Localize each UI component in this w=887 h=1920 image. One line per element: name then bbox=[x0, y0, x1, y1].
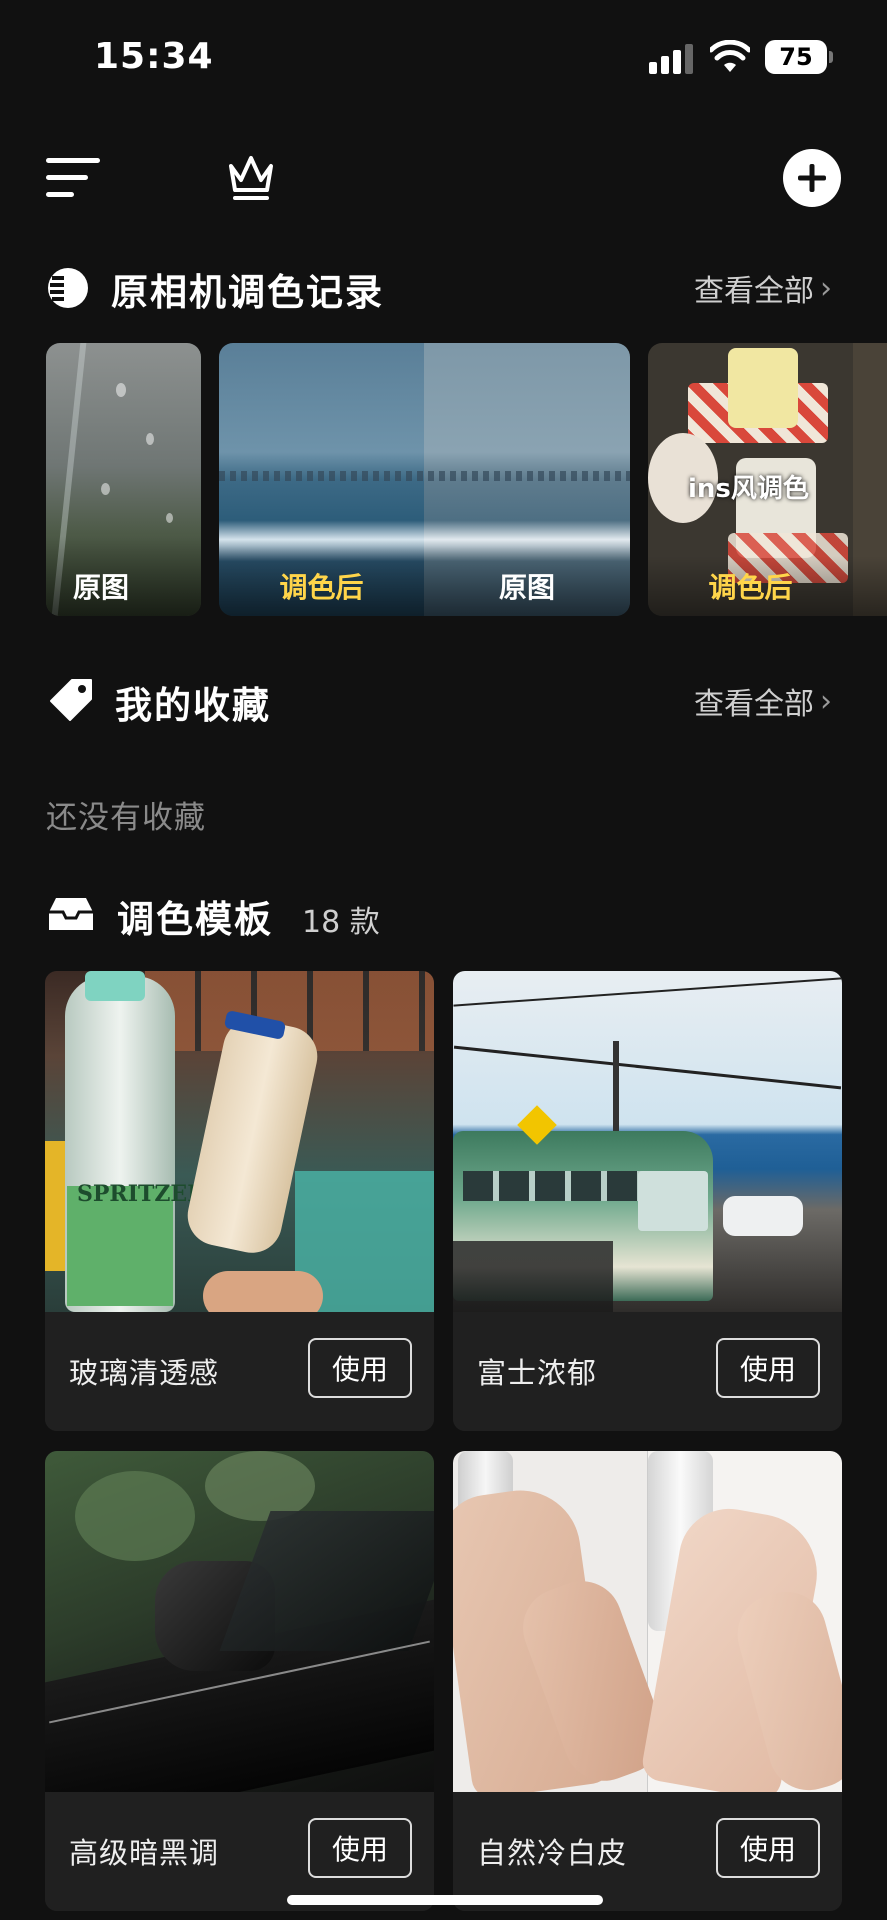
bottle-label-art: SPRITZER bbox=[77, 1181, 206, 1207]
record-card-2[interactable]: 调色后 原图 bbox=[219, 343, 630, 616]
tag-icon bbox=[50, 679, 92, 721]
crown-icon[interactable] bbox=[226, 152, 276, 204]
template-name: 富士浓郁 bbox=[477, 1356, 598, 1390]
template-card-2[interactable]: 富士浓郁 使用 bbox=[453, 971, 842, 1431]
battery-indicator: 75 bbox=[765, 40, 827, 74]
add-button[interactable] bbox=[783, 149, 841, 207]
inbox-icon bbox=[49, 898, 93, 930]
template-image bbox=[453, 971, 842, 1312]
record-caption-before: 原图 bbox=[498, 571, 555, 604]
wifi-icon bbox=[710, 40, 750, 72]
template-card-1[interactable]: SPRITZER 玻璃清透感 使用 bbox=[45, 971, 434, 1431]
home-indicator[interactable] bbox=[287, 1895, 603, 1905]
use-button[interactable]: 使用 bbox=[308, 1818, 412, 1878]
use-button[interactable]: 使用 bbox=[308, 1338, 412, 1398]
favorites-view-all[interactable]: 查看全部 › bbox=[694, 679, 832, 723]
template-name: 玻璃清透感 bbox=[69, 1356, 220, 1390]
template-card-4[interactable]: 自然冷白皮 使用 bbox=[453, 1451, 842, 1911]
record-caption-after: 调色后 bbox=[279, 571, 364, 604]
use-button[interactable]: 使用 bbox=[716, 1338, 820, 1398]
status-time: 15:34 bbox=[94, 36, 214, 77]
record-caption: 调色后 bbox=[708, 571, 793, 604]
battery-cap bbox=[829, 51, 833, 63]
use-button[interactable]: 使用 bbox=[716, 1818, 820, 1878]
templates-title: 调色模板 bbox=[117, 898, 273, 941]
aperture-icon bbox=[48, 268, 88, 308]
record-card-1[interactable]: 原图 bbox=[46, 343, 201, 616]
record-overlay-label: ins风调色 bbox=[688, 474, 809, 504]
record-caption: 原图 bbox=[72, 571, 129, 604]
records-view-all-label: 查看全部 bbox=[694, 274, 814, 309]
chevron-right-icon: › bbox=[820, 270, 832, 306]
favorites-title: 我的收藏 bbox=[115, 684, 271, 727]
favorites-view-all-label: 查看全部 bbox=[694, 687, 814, 722]
template-name: 高级暗黑调 bbox=[69, 1836, 220, 1870]
records-view-all[interactable]: 查看全部 › bbox=[694, 266, 832, 310]
template-image bbox=[453, 1451, 842, 1792]
records-title: 原相机调色记录 bbox=[111, 271, 384, 314]
chevron-right-icon: › bbox=[820, 683, 832, 719]
template-image bbox=[45, 1451, 434, 1792]
templates-count: 18 款 bbox=[302, 905, 380, 940]
record-card-3[interactable]: ins风调色 调色后 bbox=[648, 343, 887, 616]
menu-icon[interactable] bbox=[46, 158, 100, 198]
template-name: 自然冷白皮 bbox=[477, 1836, 628, 1870]
template-image: SPRITZER bbox=[45, 971, 434, 1312]
favorites-empty-text: 还没有收藏 bbox=[46, 800, 206, 836]
signal-icon bbox=[649, 44, 693, 74]
template-card-3[interactable]: 高级暗黑调 使用 bbox=[45, 1451, 434, 1911]
